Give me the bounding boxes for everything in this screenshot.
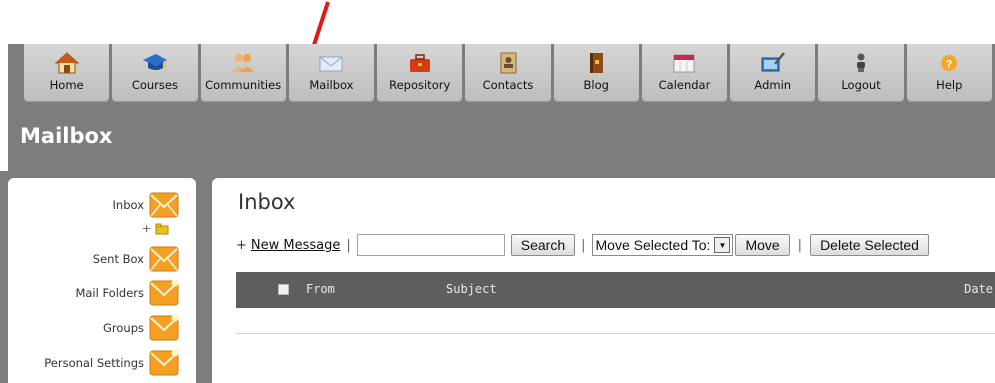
help-icon: ? (941, 55, 958, 71)
nav-item-logout[interactable]: Logout (818, 44, 904, 102)
envelope-icon (149, 192, 179, 218)
nav-label: Admin (754, 78, 792, 92)
nav-label: Communities (205, 78, 282, 92)
new-message-link[interactable]: New Message (251, 238, 340, 253)
sidebar-item-label: Personal Settings (44, 356, 144, 370)
user-logout-icon (857, 53, 866, 72)
home-icon (54, 52, 79, 74)
separator: | (346, 237, 351, 253)
app-header: Home Courses Communities Mailbox Reposit… (8, 44, 995, 171)
nav-item-help[interactable]: ? Help (906, 44, 992, 102)
separator: | (581, 237, 586, 253)
nav-item-blog[interactable]: Blog (553, 44, 639, 102)
move-select-value: Move Selected To: (595, 237, 711, 253)
folder-icon (155, 223, 169, 235)
search-button[interactable]: Search (510, 234, 576, 256)
sidebar-item-mail-folders[interactable]: Mail Folders (75, 276, 180, 310)
nav-label: Contacts (482, 78, 534, 92)
address-book-icon (500, 52, 517, 74)
briefcase-icon (409, 54, 430, 72)
envelope-icon (319, 56, 343, 72)
sidebar-item-inbox[interactable]: Inbox (113, 188, 180, 222)
sidebar-item-groups[interactable]: Groups (103, 311, 180, 345)
new-message-prefix: + (236, 237, 247, 253)
nav-label: Logout (841, 78, 881, 92)
column-header-date[interactable]: Date (964, 282, 993, 296)
envelope-star-icon (149, 314, 179, 341)
nav-label: Courses (131, 78, 178, 92)
sidebar-item-label: Groups (102, 321, 144, 335)
move-to-select[interactable]: Move Selected To: ▼ (591, 234, 734, 256)
message-table-header: From Subject Date (236, 272, 995, 308)
delete-selected-button[interactable]: Delete Selected (810, 234, 929, 256)
nav-label: Home (49, 78, 84, 92)
nav-item-courses[interactable]: Courses (112, 44, 198, 102)
nav-item-admin[interactable]: Admin (730, 44, 816, 102)
nav-item-contacts[interactable]: Contacts (465, 44, 551, 102)
nav-item-calendar[interactable]: Calendar (641, 44, 728, 102)
admin-icon (761, 52, 785, 72)
envelope-icon (149, 246, 179, 272)
nav-item-mailbox[interactable]: Mailbox (288, 44, 375, 102)
nav-label: Calendar (658, 78, 711, 92)
table-divider (236, 333, 995, 334)
book-icon (590, 53, 604, 73)
nav-item-communities[interactable]: Communities (200, 44, 286, 102)
search-input[interactable] (356, 234, 505, 256)
nav-item-repository[interactable]: Repository (377, 44, 463, 102)
separator: | (797, 237, 803, 253)
inbox-panel: Inbox + New Message | Search | Move Sele… (212, 178, 995, 383)
people-icon (232, 54, 255, 72)
nav-label: Blog (583, 78, 609, 92)
select-all-checkbox[interactable] (278, 284, 289, 295)
calendar-icon (673, 54, 695, 73)
sidebar-item-label: Mail Folders (75, 286, 144, 300)
sidebar-item-label: Inbox (112, 198, 144, 212)
add-folder-button[interactable]: + (142, 222, 169, 235)
mail-toolbar: + New Message | Search | Move Selected T… (236, 232, 995, 258)
graduation-cap-icon (142, 54, 167, 70)
plus-symbol: + (142, 222, 152, 235)
module-title: Mailbox (20, 124, 113, 148)
envelope-star-icon (149, 279, 179, 306)
sidebar-item-sent-box[interactable]: Sent Box (93, 242, 180, 276)
svg-text:?: ? (946, 59, 953, 71)
column-header-from[interactable]: From (306, 282, 335, 296)
nav-item-home[interactable]: Home (24, 44, 110, 102)
sidebar-item-personal-settings[interactable]: Personal Settings (44, 346, 180, 380)
envelope-star-icon (149, 349, 179, 376)
mail-sidebar: Inbox Sent Box Mail Folders Groups Perso… (8, 178, 196, 383)
chevron-down-icon[interactable]: ▼ (714, 237, 731, 253)
column-header-subject[interactable]: Subject (446, 282, 497, 296)
nav-label: Help (936, 78, 963, 92)
sidebar-item-label: Sent Box (92, 252, 144, 266)
main-nav: Home Courses Communities Mailbox Reposit… (24, 44, 995, 104)
nav-label: Mailbox (309, 78, 354, 92)
move-button[interactable]: Move (735, 234, 790, 256)
nav-label: Repository (389, 78, 451, 92)
page-title: Inbox (238, 190, 296, 214)
